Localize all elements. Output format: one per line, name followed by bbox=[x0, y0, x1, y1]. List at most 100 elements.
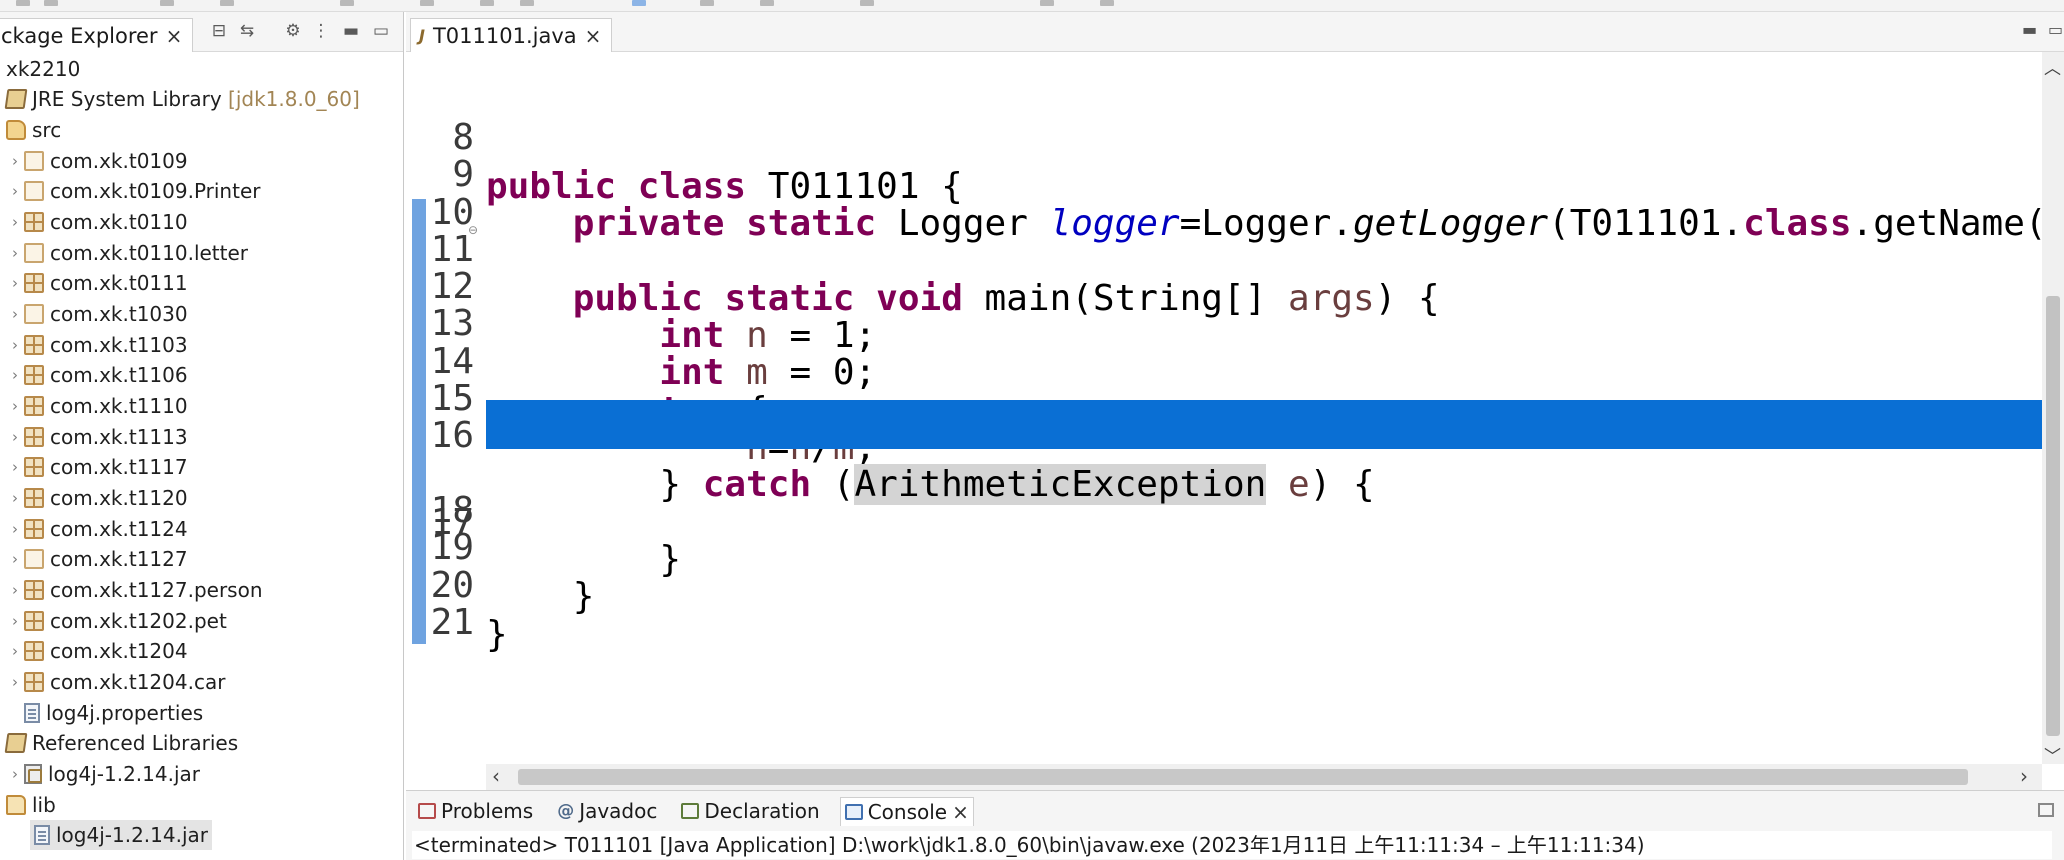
view-menu-icon[interactable] bbox=[2038, 803, 2054, 817]
tab-javadoc[interactable]: @ Javadoc bbox=[553, 797, 661, 825]
toolbar-icon[interactable] bbox=[44, 0, 58, 6]
chevron-right-icon[interactable]: › bbox=[6, 428, 24, 446]
tree-item-jar-selected[interactable]: log4j-1.2.14.jar bbox=[30, 820, 212, 850]
console-icon bbox=[844, 803, 863, 820]
chevron-right-icon[interactable]: › bbox=[6, 550, 24, 568]
chevron-right-icon[interactable]: › bbox=[6, 489, 24, 507]
tree-item-package[interactable]: › com.xk.t1202.pet bbox=[6, 606, 227, 636]
tree-item-jre-library[interactable]: JRE System Library [jdk1.8.0_60] bbox=[4, 84, 360, 114]
close-icon[interactable]: × bbox=[952, 802, 969, 822]
tree-item-package[interactable]: › com.xk.t0109 bbox=[6, 146, 188, 176]
chevron-right-icon[interactable]: › bbox=[6, 520, 24, 538]
vertical-scrollbar[interactable]: ︿ ﹀ bbox=[2042, 52, 2064, 767]
filter-icon[interactable]: ⚙ bbox=[282, 20, 304, 42]
scrollbar-thumb[interactable] bbox=[518, 769, 1968, 785]
toolbar-icon[interactable] bbox=[632, 0, 646, 6]
tree-item-lib-folder[interactable]: lib bbox=[6, 790, 56, 820]
scrollbar-thumb[interactable] bbox=[2046, 296, 2060, 736]
toolbar-icon[interactable] bbox=[480, 0, 494, 6]
editor-tab-bar: J T011101.java × ▬ ▭ bbox=[406, 12, 2064, 52]
scroll-down-icon[interactable]: ﹀ bbox=[2044, 742, 2061, 767]
close-icon[interactable]: × bbox=[166, 26, 183, 46]
tree-item-package[interactable]: › com.xk.t0110 bbox=[6, 207, 188, 237]
toolbar-icon[interactable] bbox=[860, 0, 874, 6]
tree-item-package[interactable]: › com.xk.t1113 bbox=[6, 422, 188, 452]
close-icon[interactable]: × bbox=[585, 26, 602, 46]
tab-declaration[interactable]: Declaration bbox=[677, 797, 823, 825]
tree-item-package[interactable]: › com.xk.t1110 bbox=[6, 391, 188, 421]
package-icon bbox=[24, 181, 44, 201]
chevron-right-icon[interactable]: › bbox=[6, 152, 24, 170]
scroll-up-icon[interactable]: ︿ bbox=[2044, 54, 2061, 79]
chevron-right-icon[interactable]: › bbox=[6, 673, 24, 691]
toolbar-icon[interactable] bbox=[420, 0, 434, 6]
tab-t011101-java[interactable]: J T011101.java × bbox=[410, 18, 613, 52]
tree-item-project[interactable]: xk2210 bbox=[6, 54, 80, 84]
tree-item-label: log4j.properties bbox=[46, 701, 204, 725]
tree-item-package[interactable]: › com.xk.t1127 bbox=[6, 544, 188, 574]
toolbar-icon[interactable] bbox=[16, 0, 30, 6]
toolbar-icon[interactable] bbox=[220, 0, 234, 6]
chevron-right-icon[interactable]: › bbox=[6, 765, 24, 783]
chevron-right-icon[interactable]: › bbox=[6, 274, 24, 292]
toolbar-icon[interactable] bbox=[1100, 0, 1114, 6]
tree-item-file[interactable]: log4j.properties bbox=[24, 698, 203, 728]
maximize-icon[interactable]: ▭ bbox=[370, 20, 392, 42]
tree-item-package[interactable]: › com.xk.t1127.person bbox=[6, 575, 263, 605]
chevron-right-icon[interactable]: › bbox=[6, 458, 24, 476]
minimize-icon[interactable]: ▬ bbox=[2022, 20, 2037, 39]
chevron-right-icon[interactable]: › bbox=[6, 397, 24, 415]
package-icon bbox=[24, 243, 44, 263]
tree-item-referenced-libraries[interactable]: Referenced Libraries bbox=[4, 728, 238, 758]
tab-label: T011101.java bbox=[432, 23, 577, 48]
toolbar-icon[interactable] bbox=[160, 0, 174, 6]
chevron-right-icon[interactable]: › bbox=[6, 244, 24, 262]
tree-item-src[interactable]: src bbox=[6, 115, 61, 145]
horizontal-scrollbar[interactable]: ‹ › bbox=[486, 764, 2042, 790]
tree-item-package[interactable]: › com.xk.t1106 bbox=[6, 360, 188, 390]
tree-item-package[interactable]: › com.xk.t1204 bbox=[6, 636, 188, 666]
chevron-right-icon[interactable]: › bbox=[6, 581, 24, 599]
minimize-icon[interactable]: ▬ bbox=[340, 20, 362, 42]
tab-problems[interactable]: Problems bbox=[414, 797, 537, 825]
tree-item-package[interactable]: › com.xk.t0110.letter bbox=[6, 238, 248, 268]
tree-item-decoration: [jdk1.8.0_60] bbox=[228, 87, 360, 111]
tree-item-jar[interactable]: › log4j-1.2.14.jar bbox=[6, 759, 200, 789]
chevron-right-icon[interactable]: › bbox=[6, 336, 24, 354]
tab-package-explorer[interactable]: ckage Explorer × bbox=[0, 18, 194, 52]
collapse-all-icon[interactable]: ⊟ bbox=[208, 20, 230, 42]
toolbar-icon[interactable] bbox=[1040, 0, 1054, 6]
link-with-editor-icon[interactable]: ⇆ bbox=[236, 20, 258, 42]
chevron-right-icon[interactable]: › bbox=[6, 612, 24, 630]
tree-item-package[interactable]: › com.xk.t1204.car bbox=[6, 667, 225, 697]
chevron-right-icon[interactable]: › bbox=[6, 305, 24, 323]
tree-item-package[interactable]: › com.xk.t0109.Printer bbox=[6, 176, 260, 206]
toolbar-icon[interactable] bbox=[700, 0, 714, 6]
tree-item-package[interactable]: › com.xk.t1120 bbox=[6, 483, 188, 513]
code-area[interactable]: 8 public class T011101 { 9 private stati… bbox=[406, 64, 2042, 764]
chevron-right-icon[interactable]: › bbox=[6, 366, 24, 384]
tab-console[interactable]: Console × bbox=[839, 796, 974, 826]
scroll-left-icon[interactable]: ‹ bbox=[492, 764, 500, 788]
tree-item-label: src bbox=[32, 118, 62, 142]
tree-item-package[interactable]: › com.xk.t1124 bbox=[6, 514, 188, 544]
tree-item-package[interactable]: › com.xk.t0111 bbox=[6, 268, 188, 298]
toolbar-icon[interactable] bbox=[340, 0, 354, 6]
tree-item-label: com.xk.t0111 bbox=[50, 271, 188, 295]
maximize-icon[interactable]: ▭ bbox=[2048, 20, 2063, 39]
tree-item-package[interactable]: › com.xk.t1030 bbox=[6, 299, 188, 329]
view-menu-icon[interactable]: ⋮ bbox=[310, 20, 332, 42]
scroll-right-icon[interactable]: › bbox=[2020, 764, 2028, 788]
chevron-right-icon[interactable]: › bbox=[6, 642, 24, 660]
chevron-right-icon[interactable]: › bbox=[6, 213, 24, 231]
package-icon bbox=[24, 488, 44, 508]
tree-item-package[interactable]: › com.xk.t1117 bbox=[6, 452, 188, 482]
tree-item-package[interactable]: › com.xk.t1103 bbox=[6, 330, 188, 360]
library-icon bbox=[4, 733, 28, 753]
tree-item-label: log4j-1.2.14.jar bbox=[56, 823, 208, 847]
chevron-right-icon[interactable]: › bbox=[6, 182, 24, 200]
toolbar-icon[interactable] bbox=[760, 0, 774, 6]
package-icon bbox=[24, 304, 44, 324]
jar-file-icon bbox=[34, 825, 50, 845]
toolbar-icon[interactable] bbox=[520, 0, 534, 6]
